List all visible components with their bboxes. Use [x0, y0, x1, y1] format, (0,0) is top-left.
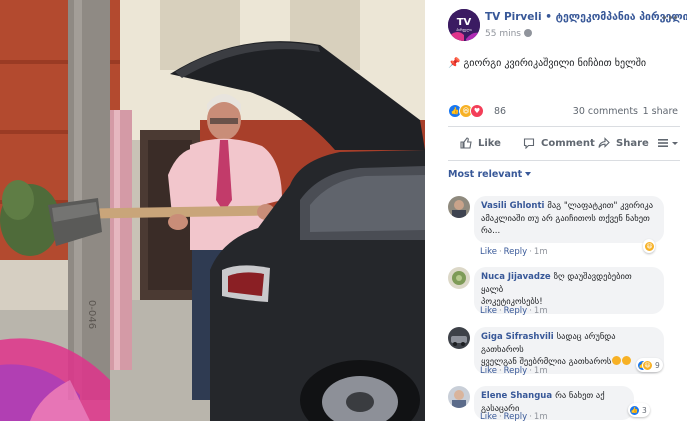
commenter-name[interactable]: Nuca Jijavadze	[481, 272, 551, 282]
comment-actions: Like · Reply · 1m	[480, 366, 548, 376]
comment-time[interactable]: 1m	[534, 366, 548, 376]
comment-actions: Like · Reply · 1m	[480, 306, 548, 316]
cool-emoji-icon	[622, 356, 632, 365]
photo-scene: 0-046	[0, 0, 425, 421]
comment-like-link[interactable]: Like	[480, 366, 497, 376]
comment-reply-link[interactable]: Reply	[504, 306, 528, 316]
divider	[448, 126, 680, 127]
comment-time[interactable]: 1m	[534, 247, 548, 257]
comment-reaction-count: 3	[642, 405, 647, 415]
comment-time[interactable]: 1m	[534, 412, 548, 421]
haha-icon: 😆	[642, 359, 653, 371]
comment-like-link[interactable]: Like	[480, 247, 497, 257]
thumbs-up-icon	[460, 137, 472, 149]
share-arrow-icon	[598, 137, 610, 148]
commenter-avatar[interactable]	[448, 267, 470, 289]
sort-label: Most relevant	[448, 169, 523, 180]
comment-sort-dropdown[interactable]: Most relevant	[448, 169, 532, 180]
like-button[interactable]: Like	[460, 137, 501, 149]
pole-marking: 0-046	[86, 300, 97, 329]
chevron-down-icon	[525, 172, 532, 176]
share-label: Share	[616, 137, 649, 149]
comment-reaction-badge[interactable]: 👍 😆 9	[636, 358, 663, 372]
love-icon: ♥	[470, 104, 484, 118]
svg-text:პირველი: პირველი	[456, 28, 472, 32]
page-avatar[interactable]: TV პირველი	[448, 9, 480, 41]
commenter-name[interactable]: Elene Shangua	[481, 391, 552, 401]
commenter-name[interactable]: Giga Sifrashvili	[481, 332, 554, 342]
tv-pirveli-logo-icon: TV პირველი	[448, 9, 480, 41]
comment-time[interactable]: 1m	[534, 306, 548, 316]
post-timestamp[interactable]: 55 mins	[485, 29, 532, 39]
speech-bubble-icon	[523, 138, 535, 149]
comment-button[interactable]: Comment	[523, 137, 595, 149]
share-button[interactable]: Share	[598, 137, 649, 149]
pushpin-icon: 📌	[448, 58, 461, 69]
commenter-name[interactable]: Vasili Ghlonti	[481, 201, 544, 211]
reaction-icons[interactable]: 👍 😆 ♥	[448, 104, 484, 118]
audience-selector[interactable]	[658, 137, 680, 149]
comment-reaction-badge[interactable]: 👍 3	[628, 403, 650, 417]
like-label: Like	[478, 137, 501, 149]
post-caption-text: გიორგი კვირიკაშვილი ნიჩბით ხელში	[463, 58, 647, 69]
menu-caret-icon	[658, 139, 678, 147]
post-header: TV პირველი TV Pirveli • ტელეკომპანია პირ…	[440, 8, 687, 44]
cool-emoji-icon	[612, 356, 622, 365]
post-sidebar: TV პირველი TV Pirveli • ტელეკომპანია პირ…	[440, 0, 687, 421]
post-stats: 👍 😆 ♥ 86 30 comments 1 share	[448, 104, 678, 120]
comment-actions: Like · Reply · 1m	[480, 412, 548, 421]
comment-reaction-badge[interactable]: 😆	[643, 239, 655, 253]
more-options-icon[interactable]	[663, 12, 677, 22]
globe-icon	[523, 29, 532, 37]
comment-reaction-count: 9	[655, 360, 660, 370]
page-name-link[interactable]: TV Pirveli	[485, 11, 542, 23]
like-icon: 👍	[629, 404, 640, 416]
reaction-count[interactable]: 86	[494, 106, 506, 117]
post-caption: 📌 გიორგი კვირიკაშვილი ნიჩბით ხელში	[448, 58, 646, 69]
comment-actions: Like · Reply · 1m	[480, 247, 548, 257]
svg-text:TV: TV	[457, 17, 472, 28]
comment-like-link[interactable]: Like	[480, 412, 497, 421]
comment-count[interactable]: 30 comments	[573, 106, 638, 117]
comment-label: Comment	[541, 137, 595, 149]
divider	[448, 160, 680, 161]
comment-reply-link[interactable]: Reply	[504, 247, 528, 257]
commenter-avatar[interactable]	[448, 386, 470, 408]
commenter-avatar[interactable]	[448, 327, 470, 349]
commenter-avatar[interactable]	[448, 196, 470, 218]
comment-text-line: ამაკლიაში თუ არ გაიჩითოს თქვენ ნახეთ	[481, 213, 650, 224]
post-actions: Like Comment Share	[448, 134, 680, 154]
comment-text-line: მაგ "ლაფატკით" კვირიკა	[547, 201, 654, 211]
comment-like-link[interactable]: Like	[480, 306, 497, 316]
page-name-line: TV Pirveli • ტელეკომპანია პირველი	[485, 11, 687, 23]
comment-bubble: Vasili Ghlonti მაგ "ლაფატკით" კვირიკა ამა…	[474, 196, 664, 243]
post-time-text: 55 mins	[485, 29, 521, 39]
name-separator: •	[545, 11, 552, 23]
haha-icon: 😆	[644, 240, 655, 252]
comment-text-line: რა...	[481, 226, 501, 236]
comment-reply-link[interactable]: Reply	[504, 412, 528, 421]
share-count[interactable]: 1 share	[643, 106, 678, 117]
post-photo[interactable]: 0-046	[0, 0, 425, 421]
comment-reply-link[interactable]: Reply	[504, 366, 528, 376]
